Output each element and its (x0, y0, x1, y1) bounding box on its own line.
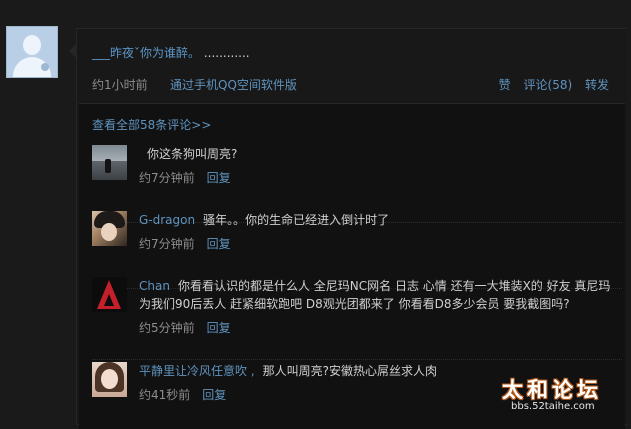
comment-meta: 约5分钟前 回复 (139, 319, 231, 336)
avatar-badge-icon (41, 63, 49, 71)
commenter-avatar[interactable] (92, 362, 127, 397)
watermark-url: bbs.52taihe.com (511, 401, 595, 412)
commenter-name-link[interactable]: G-dragon (139, 213, 195, 227)
comment-body: 你这条狗叫周亮? (139, 145, 614, 163)
reply-button[interactable]: 回复 (207, 321, 231, 335)
feed-post: ___昨夜ˇ你为谁醉。 ............ 约1小时前 通过手机QQ空间软… (76, 28, 627, 429)
commenter-avatar[interactable] (92, 145, 127, 180)
view-all-comments-link[interactable]: 查看全部58条评论>> (92, 116, 211, 133)
comment-text: 骚年。。你的生命已经进入倒计时了 (203, 213, 390, 227)
comment-button[interactable]: 评论(58) (524, 78, 573, 92)
post-source-link[interactable]: 通过手机QQ空间软件版 (170, 76, 297, 93)
face-shape (101, 223, 117, 241)
comment-time: 约41秒前 (139, 388, 191, 402)
comment-time: 约7分钟前 (139, 171, 195, 185)
commenter-name-link[interactable]: Chan (139, 279, 170, 293)
commenter-avatar[interactable] (92, 211, 127, 246)
post-content: ___昨夜ˇ你为谁醉。 ............ (92, 44, 250, 61)
comment-body: G-dragon 骚年。。你的生命已经进入倒计时了 (139, 211, 614, 229)
reply-button[interactable]: 回复 (207, 171, 231, 185)
comment-text: 那人叫周亮?安徽热心屌丝求人肉 (262, 364, 438, 378)
like-button[interactable]: 赞 (499, 78, 511, 92)
comment-meta: 约41秒前 回复 (139, 386, 226, 403)
comment-divider (92, 359, 622, 360)
comment-meta: 约7分钟前 回复 (139, 235, 231, 252)
comment-body: Chan 你看看认识的都是什么人 全尼玛NC网名 日志 心情 还有一大堆装X的 好… (139, 277, 614, 313)
watermark-title: 太和论坛 (502, 377, 602, 402)
post-message: ............ (203, 46, 250, 60)
forward-button[interactable]: 转发 (585, 78, 609, 92)
post-time: 约1小时前 (92, 78, 148, 92)
comment-text: 你这条狗叫周亮? (147, 147, 238, 161)
comment-text: 你看看认识的都是什么人 全尼玛NC网名 日志 心情 还有一大堆装X的 好友 真尼… (139, 279, 611, 311)
comment-time: 约5分钟前 (139, 321, 195, 335)
comment-time: 约7分钟前 (139, 237, 195, 251)
default-user-head-icon (23, 35, 41, 55)
triangle-cutout (104, 294, 114, 306)
post-pointer-arrow (69, 44, 76, 58)
commenter-avatar[interactable] (92, 277, 127, 312)
poster-avatar[interactable] (6, 26, 58, 78)
reply-button[interactable]: 回复 (202, 388, 226, 402)
comment-meta: 约7分钟前 回复 (139, 169, 231, 186)
post-author-link[interactable]: ___昨夜ˇ你为谁醉。 (92, 46, 200, 60)
reply-button[interactable]: 回复 (207, 237, 231, 251)
post-meta: 约1小时前 通过手机QQ空间软件版 赞 评论(58) 转发 (92, 76, 609, 92)
face-shape (101, 369, 118, 389)
forum-watermark: 太和论坛 bbs.52taihe.com (497, 374, 627, 416)
standing-figure-icon (105, 159, 111, 173)
post-actions: 赞 评论(58) 转发 (490, 76, 609, 93)
commenter-name-link[interactable]: 平静里让冷风任意吹 , (139, 364, 255, 378)
